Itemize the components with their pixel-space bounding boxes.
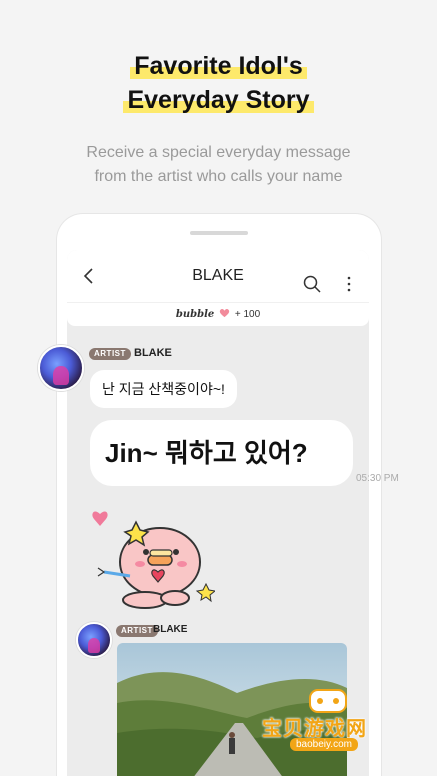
watermark-url: baobeiy.com [290, 738, 358, 751]
artist-badge-2: ARTIST [116, 625, 158, 637]
character-sticker[interactable] [90, 500, 215, 610]
headline-line-2: Everyday Story [123, 84, 314, 116]
sender-name: BLAKE [134, 347, 172, 359]
watermark-text: 宝贝游戏网 [262, 718, 367, 740]
phone-speaker [190, 231, 248, 235]
more-vertical-icon[interactable] [341, 274, 357, 294]
heart-icon [219, 309, 230, 318]
sender-name-2: BLAKE [153, 624, 188, 635]
bubble-logo: bubble [175, 309, 215, 320]
search-icon[interactable] [302, 274, 322, 294]
message-bubble[interactable]: 난 지금 산책중이야~! [90, 370, 237, 408]
artist-avatar[interactable] [38, 345, 84, 391]
message-bubble-large[interactable]: Jin~ 뭐하고 있어? [90, 420, 353, 486]
subtitle: Receive a special everyday message from … [0, 141, 437, 189]
headline: Favorite Idol's Everyday Story [0, 50, 437, 118]
bubble-count: + 100 [234, 309, 261, 320]
artist-badge: ARTIST [89, 348, 131, 360]
headline-line-1: Favorite Idol's [130, 50, 307, 82]
bubble-count-bar: bubble + 100 [67, 302, 369, 326]
artist-avatar-2[interactable] [76, 622, 112, 658]
chat-header: BLAKE [67, 250, 369, 302]
chat-title: BLAKE [192, 267, 244, 284]
subtitle-line-2: from the artist who calls your name [94, 168, 343, 185]
message-time: 05:30 PM [356, 473, 399, 484]
subtitle-line-1: Receive a special everyday message [86, 144, 351, 161]
